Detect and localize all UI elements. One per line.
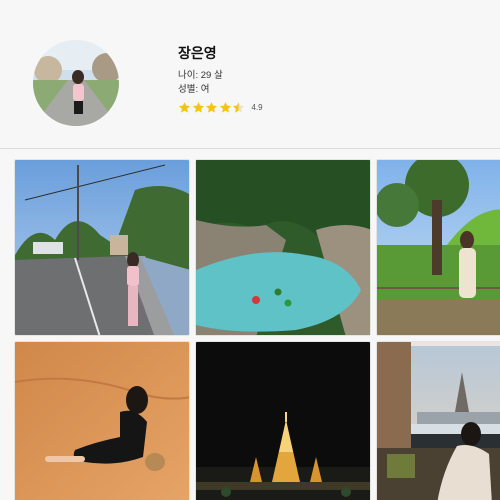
hotel-view-photo-icon [377,342,500,500]
rating-value: 4.9 [251,103,263,112]
street-photo-icon [15,160,189,335]
profile-gender: 성별: 여 [178,84,210,95]
star-icon [192,102,204,113]
gallery-photo-river[interactable] [195,159,371,336]
gallery-photo-desert[interactable] [14,341,190,500]
avatar[interactable] [33,40,119,126]
gallery-photo-hotel[interactable] [376,341,500,500]
temple-night-photo-icon [196,342,370,500]
avatar-photo-icon [33,40,119,126]
star-half-icon [232,102,245,113]
profile-name: 장은영 [178,45,217,61]
park-photo-icon [377,160,500,335]
rating: 4.9 [178,101,263,114]
gallery-photo-park[interactable] [376,159,500,336]
star-icon [205,102,218,113]
river-photo-icon [196,160,370,335]
desert-photo-icon [15,342,189,500]
divider [0,148,500,149]
profile-header: 장은영 나이: 29 살 성별: 여 4.9 [0,0,500,148]
star-icon [219,102,231,113]
gallery-photo-street[interactable] [14,159,190,336]
star-icon [178,102,191,113]
gallery-photo-temple[interactable] [195,341,371,500]
profile-age: 나이: 29 살 [178,70,223,81]
